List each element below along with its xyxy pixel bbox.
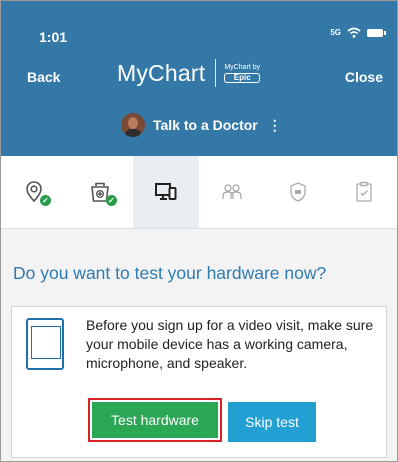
status-time: 1:01 — [39, 29, 68, 45]
check-icon: ✓ — [40, 195, 51, 206]
signal-label: 5G — [330, 28, 341, 37]
step-location[interactable]: ✓ — [1, 156, 67, 228]
app-frame: 1:01 5G Back MyChart MyChart by Epic Clo… — [0, 0, 398, 462]
epic-logo-by: MyChart by — [224, 63, 261, 71]
hardware-test-card: Before you sign up for a video visit, ma… — [11, 306, 387, 458]
check-icon: ✓ — [106, 195, 117, 206]
skip-test-button[interactable]: Skip test — [228, 402, 316, 442]
close-button[interactable]: Close — [345, 69, 383, 85]
talk-label: Talk to a Doctor — [153, 117, 258, 133]
logo-separator — [215, 59, 217, 87]
step-hardware[interactable] — [133, 156, 199, 228]
epic-logo: MyChart by Epic — [224, 63, 261, 83]
more-options-icon[interactable]: ⋮ — [268, 117, 282, 134]
progress-steps: ✓ ✓ — [1, 156, 397, 229]
test-hardware-highlight: Test hardware — [88, 398, 222, 442]
back-button[interactable]: Back — [27, 69, 60, 85]
test-hardware-button[interactable]: Test hardware — [92, 402, 218, 438]
people-icon — [222, 184, 242, 199]
talk-to-doctor-menu[interactable]: Talk to a Doctor ⋮ — [121, 113, 282, 137]
tablet-icon — [26, 318, 64, 370]
logo-text: MyChart — [117, 59, 206, 86]
avatar — [121, 113, 145, 137]
status-icons: 5G — [330, 27, 386, 38]
page-title: Do you want to test your hardware now? — [13, 263, 327, 283]
battery-icon — [367, 28, 386, 37]
devices-icon — [155, 183, 177, 200]
main-content: Do you want to test your hardware now? B… — [1, 229, 397, 461]
step-insurance[interactable] — [265, 156, 331, 228]
step-medications[interactable]: ✓ — [67, 156, 133, 228]
epic-logo-brand: Epic — [224, 72, 261, 83]
shield-card-icon — [290, 182, 306, 202]
wifi-icon — [347, 27, 361, 38]
clipboard-check-icon — [356, 181, 372, 202]
app-header: 1:01 5G Back MyChart MyChart by Epic Clo… — [1, 1, 397, 156]
step-review[interactable] — [331, 156, 397, 228]
step-people[interactable] — [199, 156, 265, 228]
card-description: Before you sign up for a video visit, ma… — [86, 317, 374, 371]
mychart-logo: MyChart MyChart by Epic — [117, 59, 261, 87]
